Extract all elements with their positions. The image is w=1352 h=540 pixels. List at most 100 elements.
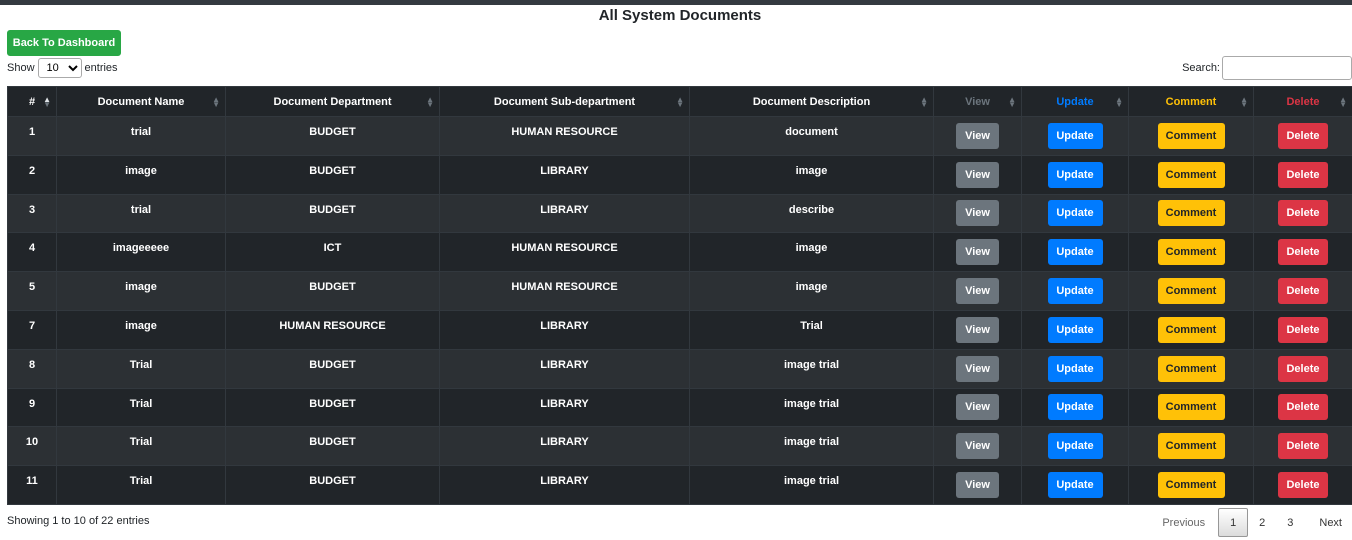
update-button[interactable]: Update (1047, 161, 1103, 188)
sort-icon: ▲ ▼ (212, 94, 220, 109)
view-cell: View (933, 426, 1022, 467)
page-button-2[interactable]: 2 (1248, 508, 1276, 537)
delete-button[interactable]: Delete (1278, 122, 1328, 149)
sort-ascending-icon: ▲ ▼ (43, 94, 51, 109)
row-number-cell: 8 (7, 348, 57, 389)
column-header-document-description[interactable]: Document Description ▲ ▼ (689, 86, 934, 117)
delete-button[interactable]: Delete (1278, 239, 1328, 266)
delete-button[interactable]: Delete (1278, 433, 1328, 460)
view-button[interactable]: View (956, 394, 999, 421)
page-button-3[interactable]: 3 (1276, 508, 1304, 537)
column-header-label: # (28, 95, 36, 108)
update-button[interactable]: Update (1047, 316, 1103, 343)
delete-cell: Delete (1253, 426, 1352, 467)
document-description-cell: document (689, 116, 934, 156)
view-button[interactable]: View (956, 200, 999, 227)
row-number-cell: 1 (7, 116, 57, 156)
update-button[interactable]: Update (1047, 278, 1103, 305)
view-button[interactable]: View (956, 355, 999, 382)
delete-button[interactable]: Delete (1278, 394, 1328, 421)
table-row: 8 Trial BUDGET LIBRARY image trial View Update… (7, 348, 1352, 389)
update-button[interactable]: Update (1047, 394, 1103, 421)
view-cell: View (933, 271, 1022, 311)
document-subdepartment-cell: LIBRARY (439, 193, 690, 234)
view-cell: View (933, 465, 1022, 505)
view-button[interactable]: View (956, 161, 999, 188)
comment-button[interactable]: Comment (1157, 316, 1225, 343)
comment-cell: Comment (1128, 465, 1254, 505)
delete-button[interactable]: Delete (1278, 355, 1328, 382)
document-subdepartment-cell: LIBRARY (439, 154, 690, 195)
column-header-comment[interactable]: Comment ▲ ▼ (1128, 86, 1254, 117)
view-button[interactable]: View (956, 122, 999, 149)
page-button-1[interactable]: 1 (1218, 508, 1249, 537)
document-description-cell: image trial (689, 387, 934, 428)
update-cell: Update (1021, 271, 1129, 311)
delete-button[interactable]: Delete (1278, 161, 1328, 188)
column-header-document-subdepartment[interactable]: Document Sub-department ▲ ▼ (439, 86, 690, 117)
delete-cell: Delete (1253, 116, 1352, 156)
table-row: 11 Trial BUDGET LIBRARY image trial View Updat… (7, 465, 1352, 505)
row-number-cell: 10 (7, 426, 57, 467)
column-header-document-department[interactable]: Document Department ▲ ▼ (225, 86, 440, 117)
column-header-label: Update (1056, 95, 1094, 108)
update-button[interactable]: Update (1047, 122, 1103, 149)
view-button[interactable]: View (956, 472, 999, 499)
top-strip (0, 0, 1352, 5)
comment-cell: Comment (1128, 309, 1254, 350)
comment-button[interactable]: Comment (1157, 472, 1225, 499)
delete-button[interactable]: Delete (1278, 472, 1328, 499)
column-header-view[interactable]: View ▲ ▼ (933, 86, 1022, 117)
comment-button[interactable]: Comment (1157, 394, 1225, 421)
comment-button[interactable]: Comment (1157, 239, 1225, 266)
document-description-cell: image (689, 154, 934, 195)
document-name-cell: Trial (56, 465, 226, 505)
comment-button[interactable]: Comment (1157, 433, 1225, 460)
column-header-delete[interactable]: Delete ▲ ▼ (1253, 86, 1352, 117)
update-button[interactable]: Update (1047, 239, 1103, 266)
comment-button[interactable]: Comment (1157, 122, 1225, 149)
view-button[interactable]: View (956, 433, 999, 460)
document-name-cell: Trial (56, 387, 226, 428)
next-page-button[interactable]: Next (1304, 508, 1352, 537)
sort-icon: ▲ ▼ (1339, 94, 1347, 109)
column-header-label: Document Department (273, 95, 392, 108)
document-subdepartment-cell: LIBRARY (439, 348, 690, 389)
column-header-document-name[interactable]: Document Name ▲ ▼ (56, 86, 226, 117)
comment-button[interactable]: Comment (1157, 200, 1225, 227)
delete-button[interactable]: Delete (1278, 200, 1328, 227)
column-header-number[interactable]: # ▲ ▼ (7, 86, 57, 117)
row-number-cell: 9 (7, 387, 57, 428)
back-to-dashboard-button[interactable]: Back To Dashboard (7, 30, 121, 56)
delete-button[interactable]: Delete (1278, 278, 1328, 305)
comment-button[interactable]: Comment (1157, 161, 1225, 188)
view-button[interactable]: View (956, 239, 999, 266)
update-button[interactable]: Update (1047, 200, 1103, 227)
update-button[interactable]: Update (1047, 355, 1103, 382)
column-header-update[interactable]: Update ▲ ▼ (1021, 86, 1129, 117)
previous-page-button[interactable]: Previous (1149, 508, 1218, 537)
comment-button[interactable]: Comment (1157, 278, 1225, 305)
search-control: Search: (1182, 56, 1352, 80)
search-input[interactable] (1222, 56, 1352, 80)
document-name-cell: image (56, 154, 226, 195)
comment-button[interactable]: Comment (1157, 355, 1225, 382)
entries-select[interactable]: 10 (37, 58, 82, 78)
document-name-cell: trial (56, 193, 226, 234)
document-department-cell: BUDGET (225, 116, 440, 156)
document-subdepartment-cell: LIBRARY (439, 426, 690, 467)
document-department-cell: BUDGET (225, 387, 440, 428)
update-cell: Update (1021, 154, 1129, 195)
view-button[interactable]: View (956, 278, 999, 305)
document-subdepartment-cell: HUMAN RESOURCE (439, 232, 690, 273)
update-cell: Update (1021, 309, 1129, 350)
update-button[interactable]: Update (1047, 472, 1103, 499)
row-number-cell: 2 (7, 154, 57, 195)
update-button[interactable]: Update (1047, 433, 1103, 460)
comment-cell: Comment (1128, 387, 1254, 428)
delete-button[interactable]: Delete (1278, 316, 1328, 343)
update-cell: Update (1021, 465, 1129, 505)
view-button[interactable]: View (956, 316, 999, 343)
document-description-cell: image trial (689, 465, 934, 505)
documents-table: # ▲ ▼ Document Name ▲ ▼ Document Departmen… (7, 86, 1352, 505)
